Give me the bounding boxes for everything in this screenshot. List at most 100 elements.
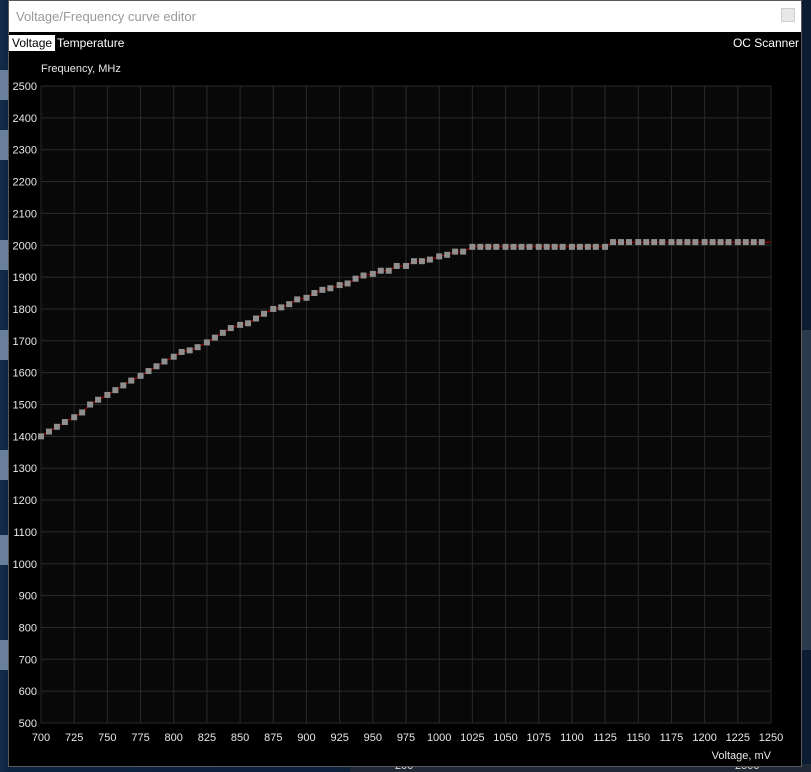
curve-point[interactable] (253, 315, 260, 322)
y-tick-label: 1300 (13, 463, 37, 475)
curve-point[interactable] (352, 275, 359, 282)
curve-point[interactable] (211, 334, 218, 341)
curve-point[interactable] (61, 419, 68, 426)
curve-point[interactable] (393, 262, 400, 269)
curve-point[interactable] (403, 262, 409, 269)
curve-point[interactable] (219, 329, 226, 336)
curve-point[interactable] (734, 239, 741, 246)
curve-point[interactable] (137, 372, 144, 379)
curve-point[interactable] (336, 282, 343, 289)
x-tick-label: 1250 (759, 732, 783, 744)
curve-point[interactable] (518, 243, 525, 250)
close-button[interactable] (781, 8, 795, 22)
curve-point[interactable] (576, 243, 583, 250)
curve-point[interactable] (194, 344, 201, 351)
curve-point[interactable] (270, 305, 277, 312)
curve-point[interactable] (45, 428, 52, 435)
curve-point[interactable] (625, 239, 632, 246)
curve-point[interactable] (227, 325, 234, 332)
curve-point[interactable] (203, 339, 210, 346)
curve-point[interactable] (742, 239, 749, 246)
y-tick-label: 800 (19, 622, 37, 634)
curve-point[interactable] (568, 243, 575, 250)
curve-point[interactable] (485, 243, 492, 250)
tab-voltage[interactable]: Voltage (9, 35, 56, 51)
curve-point[interactable] (104, 391, 111, 398)
window-title: Voltage/Frequency curve editor (16, 9, 196, 24)
curve-point[interactable] (635, 239, 642, 246)
title-bar[interactable]: Voltage/Frequency curve editor (9, 1, 801, 32)
curve-point[interactable] (319, 286, 326, 293)
curve-point[interactable] (651, 239, 658, 246)
curve-point[interactable] (684, 239, 691, 246)
curve-point[interactable] (668, 239, 675, 246)
curve-point[interactable] (170, 353, 177, 360)
vf-curve-chart[interactable]: 700 725 750 775 800 825 850 875 900 925 950 975 1000… (9, 54, 801, 766)
curve-point[interactable] (592, 243, 599, 250)
curve-point[interactable] (278, 304, 285, 311)
curve-point[interactable] (444, 251, 451, 258)
curve-point[interactable] (145, 368, 152, 375)
curve-point[interactable] (311, 290, 318, 297)
x-tick-label: 1175 (660, 732, 684, 744)
x-tick-label: 1100 (560, 732, 584, 744)
curve-point[interactable] (161, 358, 168, 365)
curve-point[interactable] (369, 270, 376, 277)
curve-point[interactable] (610, 239, 617, 246)
curve-point[interactable] (452, 248, 459, 255)
curve-point[interactable] (186, 347, 193, 354)
curve-point[interactable] (245, 320, 252, 327)
curve-point[interactable] (725, 239, 732, 246)
curve-point[interactable] (750, 239, 757, 246)
curve-point[interactable] (327, 285, 334, 292)
curve-point[interactable] (377, 267, 384, 274)
curve-point[interactable] (758, 239, 765, 246)
curve-point[interactable] (71, 414, 78, 421)
curve-point[interactable] (385, 267, 392, 274)
curve-point[interactable] (120, 382, 127, 389)
curve-point[interactable] (717, 239, 724, 246)
curve-point[interactable] (535, 243, 542, 250)
curve-point[interactable] (526, 243, 533, 250)
curve-point[interactable] (95, 396, 102, 403)
curve-point[interactable] (178, 348, 185, 355)
curve-point[interactable] (153, 363, 160, 370)
curve-point[interactable] (551, 243, 558, 250)
curve-point[interactable] (360, 272, 367, 279)
oc-scanner-button[interactable]: OC Scanner (733, 36, 799, 50)
tab-temperature[interactable]: Temperature (54, 35, 127, 51)
curve-point[interactable] (418, 258, 425, 265)
curve-point[interactable] (426, 256, 433, 263)
curve-point[interactable] (659, 239, 666, 246)
curve-point[interactable] (477, 243, 484, 250)
curve-point[interactable] (584, 243, 591, 250)
curve-point[interactable] (128, 377, 135, 384)
curve-point[interactable] (602, 243, 609, 250)
curve-point[interactable] (344, 280, 351, 287)
curve-point[interactable] (410, 258, 417, 265)
curve-point[interactable] (286, 301, 293, 308)
curve-point[interactable] (643, 239, 650, 246)
curve-point[interactable] (676, 239, 683, 246)
curve-point[interactable] (502, 243, 509, 250)
curve-point[interactable] (709, 239, 716, 246)
curve-point[interactable] (460, 248, 467, 255)
curve-point[interactable] (79, 409, 86, 416)
curve-point[interactable] (543, 243, 550, 250)
curve-point[interactable] (618, 239, 625, 246)
curve-point[interactable] (303, 294, 310, 301)
curve-point[interactable] (493, 243, 500, 250)
curve-point[interactable] (692, 239, 699, 246)
curve-point[interactable] (260, 310, 267, 317)
curve-point[interactable] (294, 296, 301, 303)
curve-point[interactable] (53, 423, 60, 430)
curve-point[interactable] (112, 387, 119, 394)
curve-point[interactable] (436, 253, 443, 260)
curve-point[interactable] (87, 401, 94, 408)
curve-point[interactable] (38, 433, 44, 440)
curve-point[interactable] (701, 239, 708, 246)
curve-point[interactable] (469, 243, 476, 250)
curve-point[interactable] (237, 321, 244, 328)
curve-point[interactable] (510, 243, 517, 250)
curve-point[interactable] (559, 243, 566, 250)
